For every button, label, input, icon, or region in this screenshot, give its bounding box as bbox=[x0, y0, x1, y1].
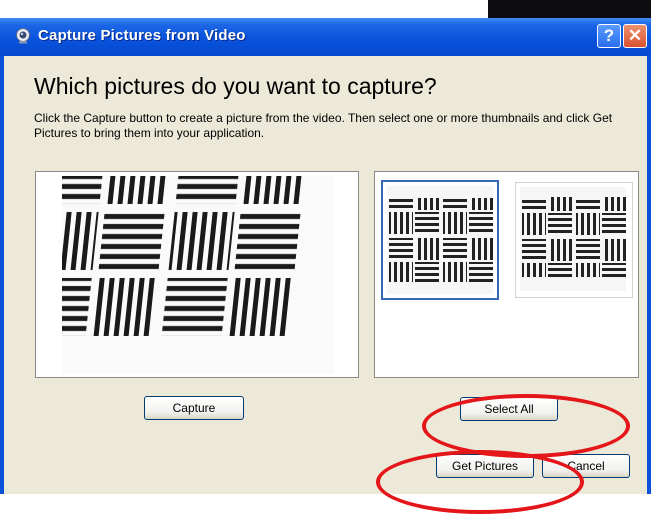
title-bar[interactable]: Capture Pictures from Video ? ✕ bbox=[0, 18, 651, 56]
close-button[interactable]: ✕ bbox=[623, 24, 647, 48]
thumbnail-image bbox=[520, 187, 626, 291]
thumbnail-list bbox=[374, 171, 639, 378]
capture-button[interactable]: Capture bbox=[144, 396, 244, 420]
help-icon: ? bbox=[603, 26, 615, 45]
dialog-window: Capture Pictures from Video ? ✕ Which pi… bbox=[0, 18, 651, 514]
thumbnail-item[interactable] bbox=[515, 182, 633, 298]
thumbnail-selected[interactable] bbox=[381, 180, 499, 300]
video-preview bbox=[35, 171, 359, 378]
thumbnail-image bbox=[387, 186, 493, 294]
background-dark-area bbox=[488, 0, 651, 18]
get-pictures-button[interactable]: Get Pictures bbox=[436, 454, 534, 478]
page-title: Which pictures do you want to capture? bbox=[34, 73, 437, 99]
close-icon: ✕ bbox=[627, 26, 643, 45]
cancel-button[interactable]: Cancel bbox=[542, 454, 630, 478]
background-strip bbox=[0, 0, 651, 18]
video-preview-image bbox=[62, 176, 334, 374]
select-all-button[interactable]: Select All bbox=[460, 397, 558, 421]
help-button[interactable]: ? bbox=[597, 24, 621, 48]
instructions-text: Click the Capture button to create a pic… bbox=[34, 111, 613, 140]
window-title: Capture Pictures from Video bbox=[38, 27, 246, 44]
webcam-icon bbox=[16, 28, 30, 44]
dialog-body: Which pictures do you want to capture? C… bbox=[4, 56, 647, 514]
